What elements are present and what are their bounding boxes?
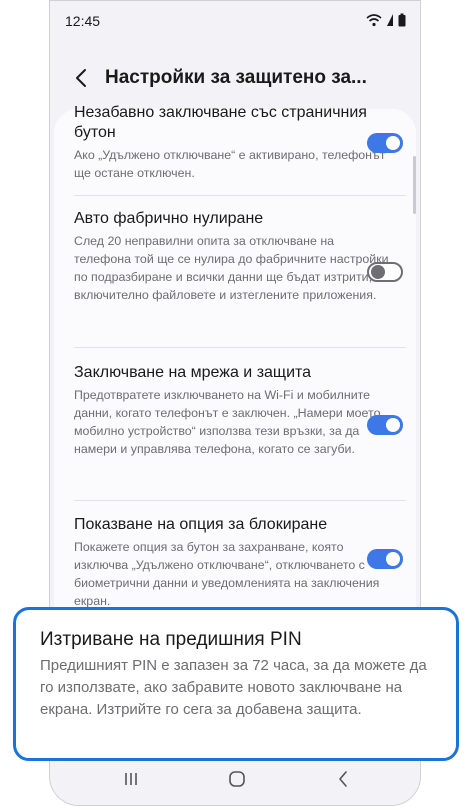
status-bar: 12:45 [50, 1, 420, 41]
divider [74, 500, 406, 501]
toggle-knob [386, 136, 400, 150]
back-button[interactable] [68, 65, 94, 91]
recents-button[interactable] [117, 767, 145, 791]
divider [74, 347, 406, 348]
toggle-knob [386, 552, 400, 566]
page-title: Настройки за защитено за... [105, 67, 367, 88]
toggle-knob [386, 418, 400, 432]
status-time: 12:45 [65, 13, 101, 29]
setting-title: Незабавно заключване със страничния буто… [74, 104, 367, 141]
status-icons [366, 13, 406, 32]
side-button-lock-toggle[interactable] [367, 133, 403, 153]
nav-back-button[interactable] [329, 767, 357, 791]
setting-title: Показване на опция за блокиране [74, 516, 328, 533]
setting-lockdown-option[interactable]: Показване на опция за блокиране Покажете… [74, 515, 392, 610]
home-icon [229, 771, 245, 787]
setting-title: Авто фабрично нулиране [74, 210, 264, 227]
wifi-icon [366, 13, 382, 32]
chevron-left-icon [76, 69, 86, 87]
home-button[interactable] [223, 767, 251, 791]
setting-side-button-lock[interactable]: Незабавно заключване със страничния буто… [74, 103, 392, 182]
popup-title: Изтриване на предишния PIN [40, 629, 302, 650]
setting-description: Покажете опция за бутон за захранване, к… [74, 540, 380, 608]
setting-network-lock[interactable]: Заключване на мрежа и защита Предотврате… [74, 363, 392, 458]
scrollbar[interactable] [413, 156, 416, 214]
divider [74, 195, 406, 196]
setting-title: Заключване на мрежа и защита [74, 364, 312, 381]
setting-description: След 20 неправилни опита за отключване н… [74, 234, 389, 302]
delete-previous-pin-card[interactable]: Изтриване на предишния PIN Предишният PI… [13, 607, 459, 761]
app-header: Настройки за защитено за... [50, 59, 420, 99]
toggle-knob [371, 265, 385, 279]
setting-auto-factory-reset[interactable]: Авто фабрично нулиране След 20 неправилн… [74, 209, 392, 304]
setting-description: Ако „Удължено отключване“ е активирано, … [74, 148, 386, 180]
recents-icon [125, 773, 137, 785]
lockdown-option-toggle[interactable] [367, 549, 403, 569]
popup-description: Предишният PIN е запазен за 72 часа, за … [40, 657, 427, 718]
battery-icon [398, 13, 406, 32]
back-icon [339, 771, 347, 787]
network-lock-toggle[interactable] [367, 415, 403, 435]
setting-description: Предотвратете изключването на Wi-Fi и мо… [74, 388, 381, 456]
auto-factory-reset-toggle[interactable] [367, 262, 403, 282]
signal-icon [386, 13, 394, 32]
